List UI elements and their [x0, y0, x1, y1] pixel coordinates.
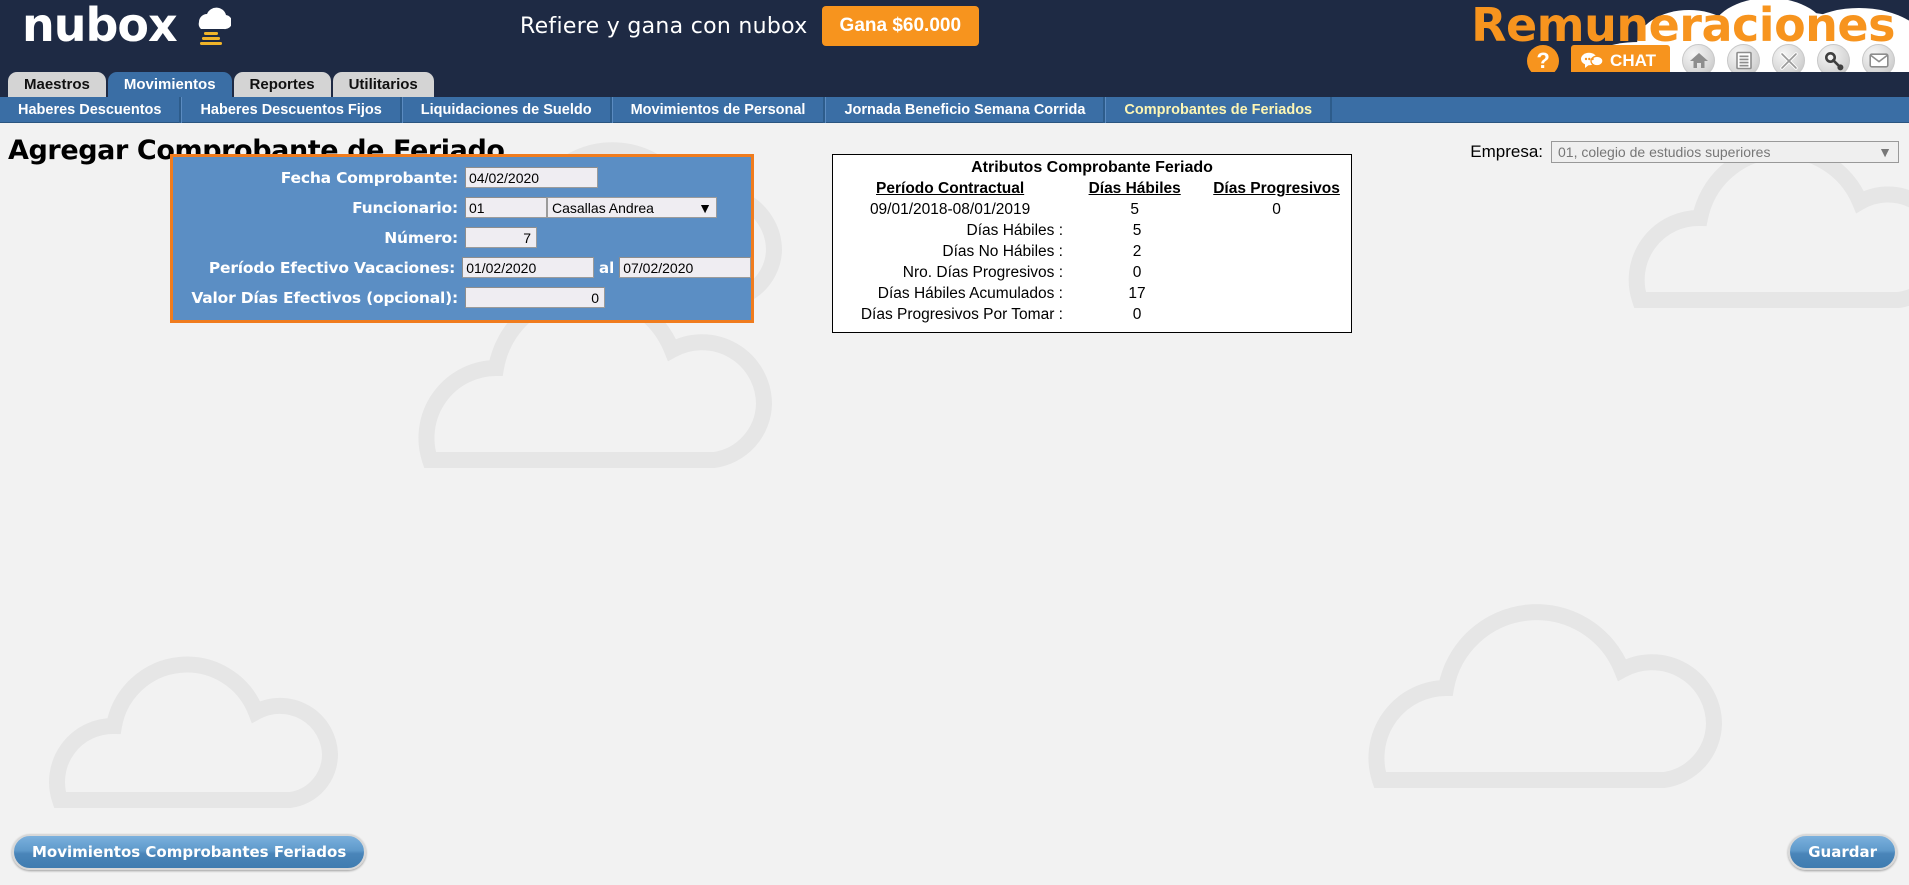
- valor-dias-efectivos-input[interactable]: 0: [465, 287, 605, 308]
- valor-dias-efectivos-label: Valor Días Efectivos (opcional):: [191, 288, 458, 307]
- key-icon[interactable]: [1817, 44, 1850, 72]
- column-header-periodo-contractual: Período Contractual: [876, 180, 1025, 197]
- chat-button[interactable]: CHAT: [1571, 44, 1670, 72]
- periodo-conector-label: al: [598, 258, 615, 277]
- subtab-liquidaciones-de-sueldo[interactable]: Liquidaciones de Sueldo: [401, 96, 612, 123]
- field-row-fecha-comprobante: Fecha Comprobante: 04/02/2020: [173, 167, 751, 188]
- nubox-logo-text: nubox: [22, 0, 178, 52]
- summary-row-dias-habiles: Días Hábiles : 5: [835, 222, 1349, 240]
- chat-bubble-icon: [1581, 52, 1604, 68]
- summary-label: Días No Hábiles :: [942, 243, 1063, 260]
- summary-row-dias-no-habiles: Días No Hábiles : 2: [835, 243, 1349, 261]
- app-page: nubox Refiere y gana con nubox Gana $60.…: [0, 0, 1909, 885]
- promo-text: Refiere y gana con nubox: [520, 13, 808, 39]
- periodo-hasta-input[interactable]: 07/02/2020: [619, 257, 751, 278]
- summary-row-nro-dias-progresivos: Nro. Días Progresivos : 0: [835, 264, 1349, 282]
- summary-value: 2: [1132, 243, 1142, 260]
- main-tabs: Maestros Movimientos Reportes Utilitario…: [0, 72, 1909, 97]
- field-row-numero: Número: 7: [173, 227, 751, 248]
- promo-banner: Refiere y gana con nubox Gana $60.000: [520, 6, 980, 46]
- table-row: 09/01/2018-08/01/2019 5 0: [835, 201, 1349, 219]
- empresa-label: Empresa:: [1470, 142, 1543, 161]
- header-tools: ? CHAT: [1527, 44, 1895, 72]
- chat-button-label: CHAT: [1610, 50, 1656, 70]
- close-icon[interactable]: [1772, 44, 1805, 72]
- empresa-select-value: 01, colegio de estudios superiores: [1558, 144, 1771, 160]
- atributos-title: Atributos Comprobante Feriado: [971, 159, 1213, 176]
- background-clouds-watermark: [49, 142, 1909, 808]
- tab-utilitarios[interactable]: Utilitarios: [332, 72, 434, 97]
- nubox-logo[interactable]: nubox: [22, 2, 231, 48]
- funcionario-name-select[interactable]: Casallas Andrea ▼: [547, 197, 717, 218]
- summary-row-dias-habiles-acumulados: Días Hábiles Acumulados : 17: [835, 285, 1349, 303]
- cell-dias-progresivos: 0: [1272, 201, 1281, 218]
- help-icon[interactable]: ?: [1527, 44, 1560, 72]
- sub-tabs: Haberes Descuentos Haberes Descuentos Fi…: [0, 96, 1909, 123]
- funcionario-name-value: Casallas Andrea: [552, 199, 654, 216]
- summary-label: Días Hábiles :: [966, 222, 1063, 239]
- column-header-dias-progresivos: Días Progresivos: [1213, 180, 1340, 197]
- subtab-movimientos-de-personal[interactable]: Movimientos de Personal: [611, 96, 826, 123]
- periodo-desde-input[interactable]: 01/02/2020: [462, 257, 594, 278]
- tab-maestros[interactable]: Maestros: [8, 72, 106, 97]
- fecha-comprobante-input[interactable]: 04/02/2020: [465, 167, 598, 188]
- guardar-button[interactable]: Guardar: [1788, 834, 1897, 870]
- numero-input[interactable]: 7: [465, 227, 537, 248]
- tab-movimientos[interactable]: Movimientos: [107, 72, 232, 97]
- summary-label: Días Progresivos Por Tomar :: [860, 306, 1063, 323]
- summary-value: 5: [1132, 222, 1142, 239]
- document-icon[interactable]: [1727, 44, 1760, 72]
- chevron-down-icon: ▼: [1878, 144, 1892, 160]
- numero-label: Número:: [384, 228, 458, 247]
- atributos-comprobante-feriado-panel: Atributos Comprobante Feriado Período Co…: [832, 154, 1352, 333]
- subtab-jornada-beneficio-semana-corrida[interactable]: Jornada Beneficio Semana Corrida: [825, 96, 1106, 123]
- chevron-down-icon: ▼: [698, 199, 712, 216]
- funcionario-label: Funcionario:: [352, 198, 458, 217]
- fecha-comprobante-label: Fecha Comprobante:: [280, 168, 458, 187]
- summary-row-dias-progresivos-por-tomar: Días Progresivos Por Tomar : 0: [835, 306, 1349, 324]
- field-row-periodo-efectivo-vacaciones: Período Efectivo Vacaciones: 01/02/2020 …: [173, 257, 751, 278]
- subtab-haberes-descuentos-fijos[interactable]: Haberes Descuentos Fijos: [181, 96, 402, 123]
- promo-gana-button[interactable]: Gana $60.000: [821, 6, 980, 46]
- periodo-efectivo-vacaciones-label: Período Efectivo Vacaciones:: [208, 258, 456, 277]
- top-header-bar: nubox Refiere y gana con nubox Gana $60.…: [0, 0, 1909, 72]
- summary-value: 0: [1132, 306, 1142, 323]
- empresa-select[interactable]: 01, colegio de estudios superiores ▼: [1551, 141, 1899, 163]
- comprobante-form-panel: Fecha Comprobante: 04/02/2020 Funcionari…: [170, 154, 754, 323]
- empresa-selector-row: Empresa: 01, colegio de estudios superio…: [1470, 141, 1899, 163]
- summary-label: Nro. Días Progresivos :: [902, 264, 1063, 281]
- subtab-comprobantes-de-feriados[interactable]: Comprobantes de Feriados: [1105, 96, 1333, 123]
- cloud-icon: [198, 7, 231, 45]
- column-header-dias-habiles: Días Hábiles: [1088, 180, 1181, 197]
- field-row-valor-dias-efectivos: Valor Días Efectivos (opcional): 0: [173, 287, 751, 308]
- summary-label: Días Hábiles Acumulados :: [877, 285, 1063, 302]
- summary-value: 17: [1128, 285, 1146, 302]
- field-row-funcionario: Funcionario: 01 Casallas Andrea ▼: [173, 197, 751, 218]
- cell-dias-habiles: 5: [1130, 201, 1139, 218]
- subtab-haberes-descuentos[interactable]: Haberes Descuentos: [0, 96, 182, 123]
- funcionario-code-input[interactable]: 01: [465, 197, 547, 218]
- cell-periodo-contractual: 09/01/2018-08/01/2019: [869, 201, 1031, 218]
- home-icon[interactable]: [1682, 44, 1715, 72]
- movimientos-comprobantes-feriados-button[interactable]: Movimientos Comprobantes Feriados: [12, 834, 367, 870]
- summary-value: 0: [1132, 264, 1142, 281]
- tab-reportes[interactable]: Reportes: [233, 72, 331, 97]
- mail-icon[interactable]: [1862, 44, 1895, 72]
- atributos-table-header: Período Contractual Días Hábiles Días Pr…: [835, 180, 1349, 198]
